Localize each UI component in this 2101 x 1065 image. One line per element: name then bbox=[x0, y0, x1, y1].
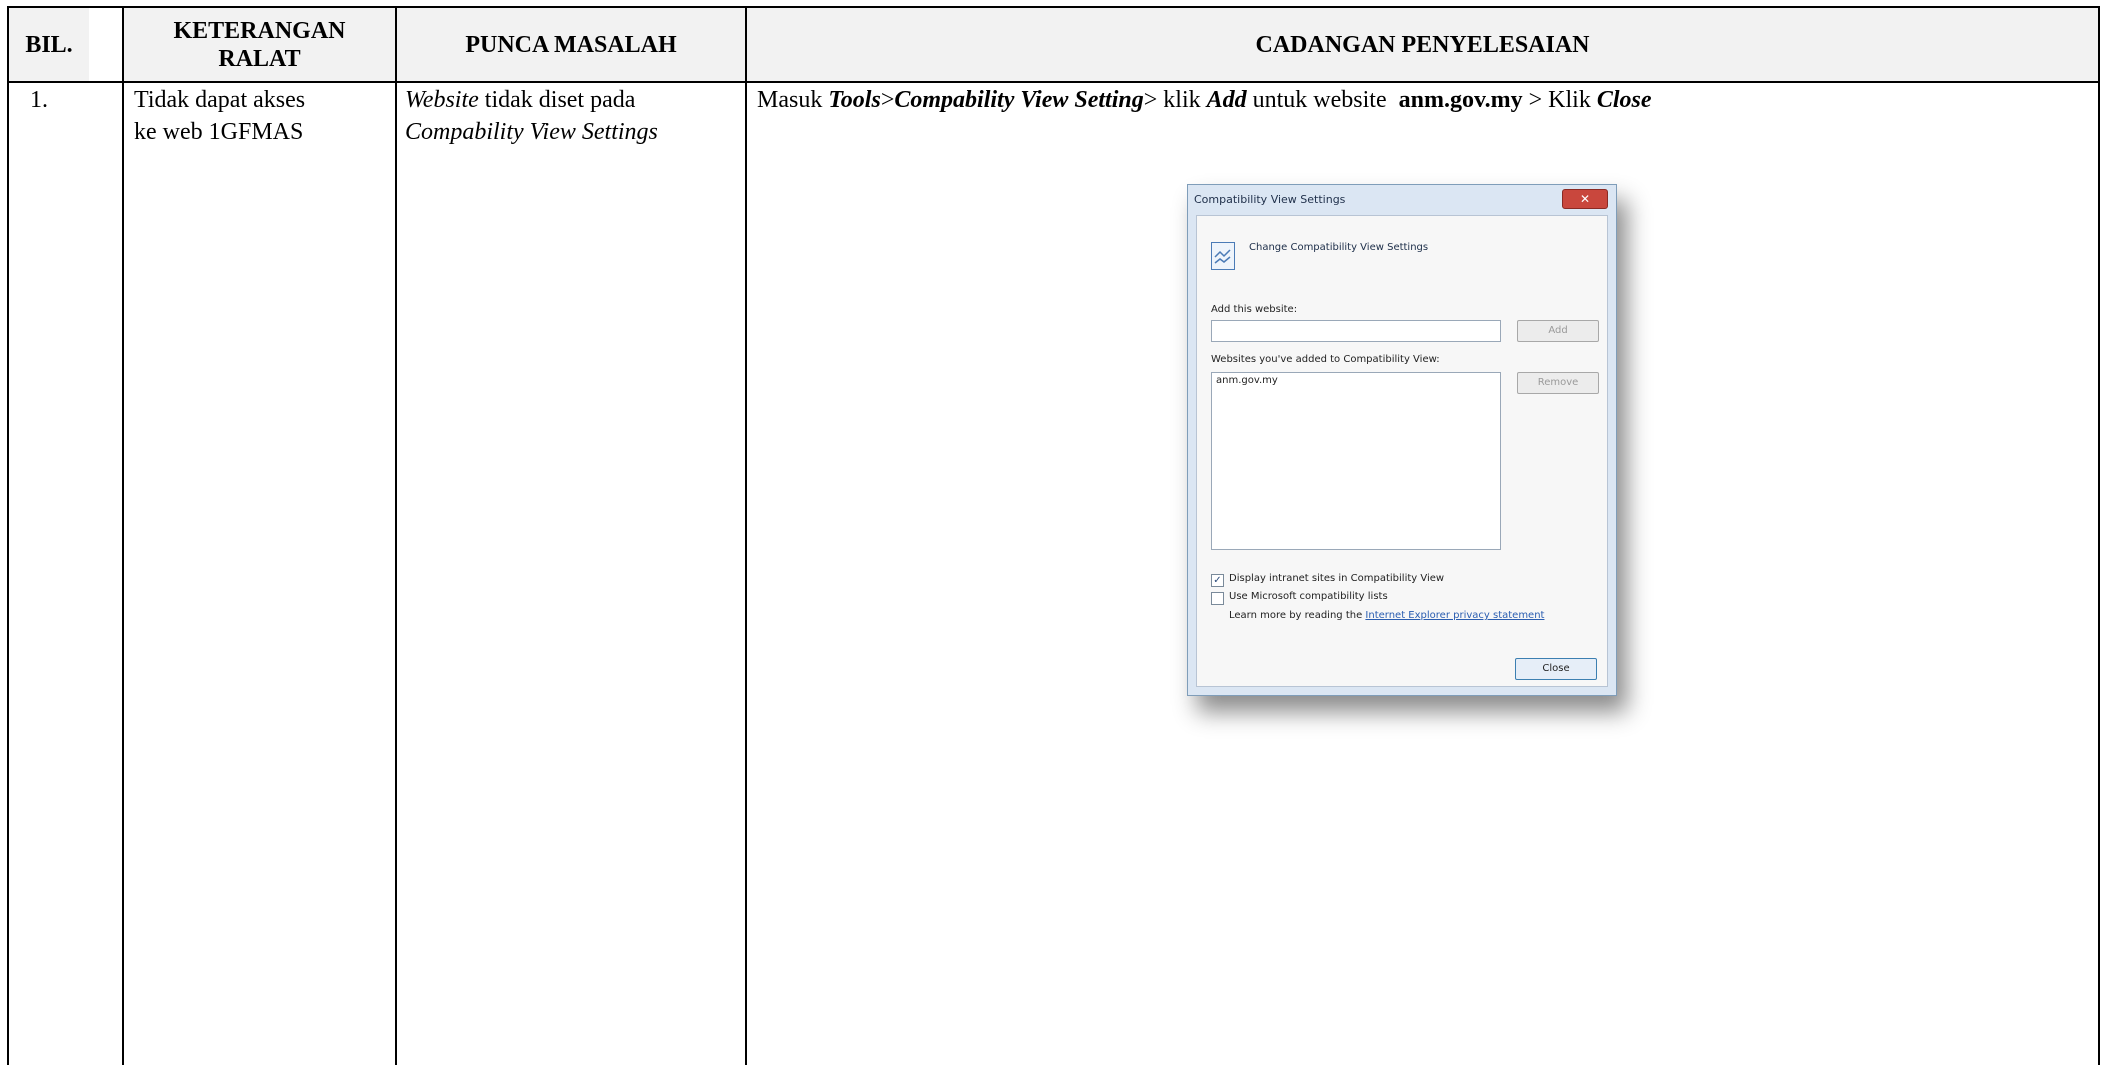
header-bil-text: BIL. bbox=[25, 31, 73, 58]
cell-bil: 1. bbox=[30, 84, 48, 116]
add-button[interactable]: Add bbox=[1517, 320, 1599, 342]
cadangan-close: Close bbox=[1596, 87, 1652, 113]
cadangan-add: Add bbox=[1206, 87, 1247, 113]
ms-lists-checkbox-label: Use Microsoft compatibility lists bbox=[1229, 591, 1388, 602]
close-icon[interactable]: ✕ bbox=[1562, 189, 1608, 209]
table-left-border bbox=[7, 6, 9, 1065]
header-punca-text: PUNCA MASALAH bbox=[465, 31, 677, 58]
websites-list-label: Websites you've added to Compatibility V… bbox=[1211, 354, 1440, 365]
cell-punca: Website tidak diset pada Compability Vie… bbox=[405, 84, 741, 148]
header-keterangan: KETERANGAN RALAT bbox=[124, 8, 395, 81]
header-cadangan-text: CADANGAN PENYELESAIAN bbox=[1255, 31, 1590, 58]
cadangan-tools: Tools bbox=[828, 87, 881, 113]
header-bil: BIL. bbox=[9, 8, 89, 81]
cell-keterangan: Tidak dapat akses ke web 1GFMAS bbox=[134, 84, 390, 148]
table-header-divider bbox=[7, 81, 2100, 83]
column-divider-3 bbox=[745, 6, 747, 1065]
cadangan-site: anm.gov.my bbox=[1398, 87, 1523, 113]
settings-page-icon bbox=[1211, 242, 1235, 270]
cadangan-text-3: untuk website bbox=[1246, 87, 1399, 113]
punca-rest: tidak diset pada bbox=[478, 87, 636, 113]
punca-line-1: Website tidak diset pada bbox=[405, 84, 741, 116]
punca-line-2: Compability View Settings bbox=[405, 116, 741, 148]
add-website-input[interactable] bbox=[1211, 320, 1501, 342]
remove-button[interactable]: Remove bbox=[1517, 372, 1599, 394]
cadangan-setting: Compability View Setting bbox=[894, 87, 1144, 113]
header-cadangan: CADANGAN PENYELESAIAN bbox=[747, 8, 2098, 81]
header-keterangan-text: KETERANGAN RALAT bbox=[173, 17, 346, 72]
close-button[interactable]: Close bbox=[1515, 658, 1597, 680]
learn-more-text: Learn more by reading the Internet Explo… bbox=[1229, 610, 1544, 621]
keterangan-line-1: Tidak dapat akses bbox=[134, 87, 306, 113]
add-website-label: Add this website: bbox=[1211, 304, 1298, 315]
dialog-heading: Change Compatibility View Settings bbox=[1249, 242, 1429, 253]
list-item[interactable]: anm.gov.my bbox=[1216, 375, 1278, 386]
compatibility-dialog-screenshot: Compatibility View Settings ✕ Change Com… bbox=[1187, 184, 1617, 696]
column-divider-1 bbox=[122, 6, 124, 1065]
punca-website-word: Website bbox=[405, 87, 479, 113]
punca-setting-name: Compability View Settings bbox=[405, 119, 658, 145]
cadangan-text-2: > klik bbox=[1143, 87, 1207, 113]
cadangan-text-4: > Klik bbox=[1522, 87, 1597, 113]
intranet-checkbox-label: Display intranet sites in Compatibility … bbox=[1229, 573, 1445, 584]
dialog-title: Compatibility View Settings bbox=[1194, 193, 1346, 206]
table-right-border bbox=[2098, 6, 2100, 1065]
cadangan-text-1: Masuk bbox=[757, 87, 829, 113]
ms-lists-checkbox[interactable] bbox=[1211, 592, 1224, 605]
privacy-statement-link[interactable]: Internet Explorer privacy statement bbox=[1365, 610, 1544, 621]
cadangan-gt: > bbox=[880, 87, 895, 113]
row-number: 1. bbox=[30, 87, 48, 113]
column-divider-2 bbox=[395, 6, 397, 1065]
dialog-body: Change Compatibility View Settings Add t… bbox=[1196, 215, 1608, 687]
header-punca: PUNCA MASALAH bbox=[397, 8, 745, 81]
cell-cadangan: Masuk Tools>Compability View Setting> kl… bbox=[757, 84, 2087, 116]
intranet-checkbox[interactable]: ✓ bbox=[1211, 574, 1224, 587]
learn-more-prefix: Learn more by reading the bbox=[1229, 610, 1366, 621]
keterangan-line-2: ke web 1GFMAS bbox=[134, 119, 304, 145]
websites-list[interactable]: anm.gov.my bbox=[1211, 372, 1501, 550]
table-top-border bbox=[7, 6, 2100, 8]
